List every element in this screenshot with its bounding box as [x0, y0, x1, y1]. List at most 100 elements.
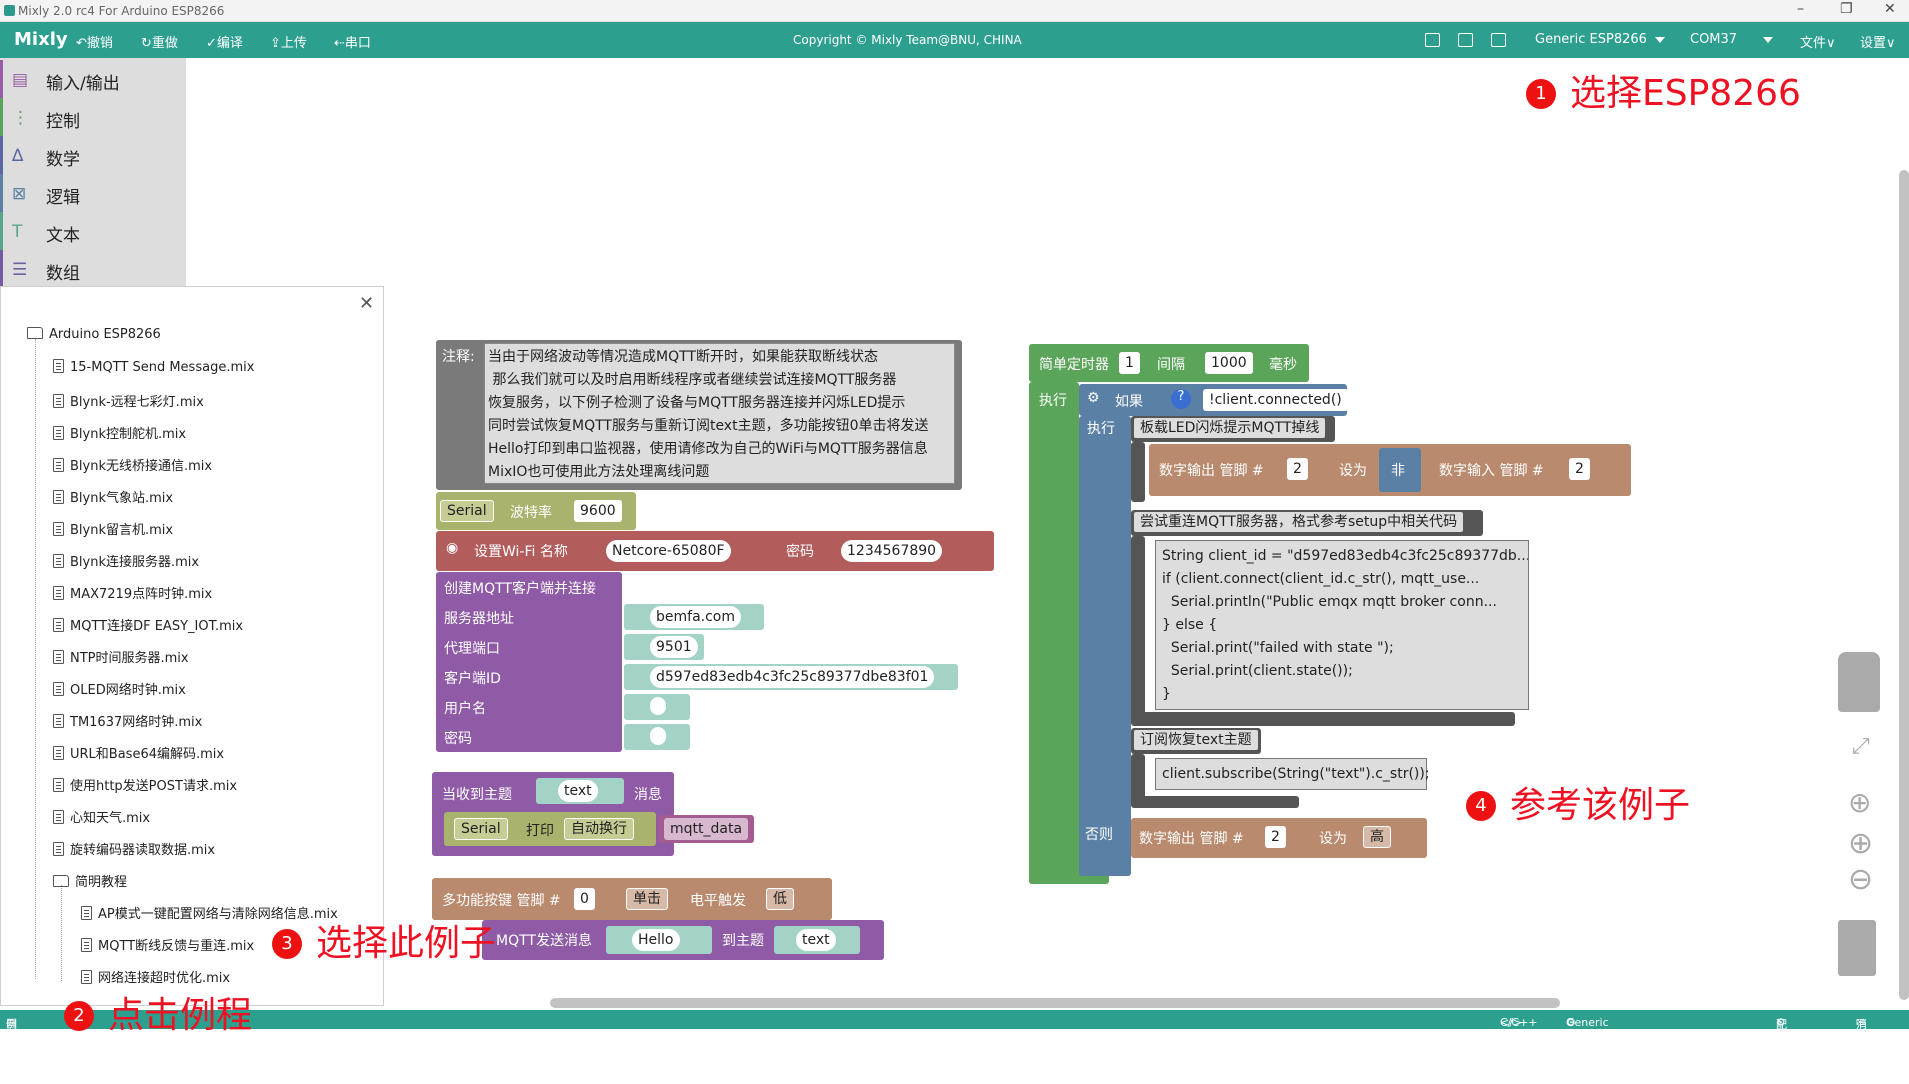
mqtt-data-var[interactable]: mqtt_data	[664, 818, 749, 840]
category-io[interactable]: ▤ 输入/输出	[0, 60, 186, 98]
pin-field-2[interactable]: 2	[1569, 458, 1590, 480]
button-pin-field[interactable]: 0	[574, 888, 595, 910]
comment-c2[interactable]: 尝试重连MQTT服务器，格式参考setup中相关代码	[1131, 510, 1483, 536]
maximize-icon[interactable]: ❐	[1840, 1, 1853, 17]
file-menu[interactable]: 文件∨	[1800, 32, 1836, 51]
c3-text[interactable]: 订阅恢复text主题	[1134, 730, 1258, 750]
timer-number[interactable]: 1	[1119, 352, 1140, 374]
baud-field[interactable]: 9600	[574, 500, 622, 522]
client-text-block[interactable]: d597ed83edb4c3fc25c89377dbe83f01	[624, 664, 958, 690]
category-math[interactable]: ∆ 数学	[0, 136, 186, 174]
tree-file[interactable]: MAX7219点阵时钟.mix	[53, 583, 212, 603]
tree-file[interactable]: MQTT断线反馈与重连.mix	[81, 935, 254, 955]
port-select[interactable]: COM37	[1690, 32, 1774, 47]
tree-folder[interactable]: 简明教程	[53, 871, 127, 891]
ssid-field[interactable]: Netcore-65080F	[606, 540, 731, 562]
serial-select[interactable]: Serial	[440, 500, 494, 522]
tree-file[interactable]: Blynk无线桥接通信.mix	[53, 455, 212, 475]
user-text-block[interactable]	[624, 694, 690, 720]
c2-text[interactable]: 尝试重连MQTT服务器，格式参考setup中相关代码	[1134, 512, 1464, 532]
tree-file[interactable]: URL和Base64编解码.mix	[53, 743, 224, 763]
level-select[interactable]: 低	[766, 888, 794, 910]
upload-button[interactable]: ⇪上传	[270, 32, 307, 51]
layout-icon[interactable]	[1425, 33, 1440, 47]
topic-field[interactable]: text	[558, 780, 598, 802]
category-text[interactable]: T 文本	[0, 212, 186, 250]
recenter-icon[interactable]: ⊕	[1848, 786, 1871, 819]
mqtt-send-block[interactable]: MQTT发送消息 Hello 到主题 text	[482, 920, 884, 960]
board-select[interactable]: Generic ESP8266	[1535, 32, 1665, 47]
hello-field[interactable]: Hello	[632, 929, 680, 951]
serial-button[interactable]: ⇠串口	[334, 32, 371, 51]
tree-file[interactable]: TM1637网络时钟.mix	[53, 711, 202, 731]
tree-file[interactable]: OLED网络时钟.mix	[53, 679, 186, 699]
tree-file[interactable]: Blynk-远程七彩灯.mix	[53, 391, 204, 411]
server-field[interactable]: bemfa.com	[650, 606, 741, 628]
topic2-text-block[interactable]: text	[774, 926, 860, 954]
zoom-out-icon[interactable]: ⊖	[1848, 862, 1873, 897]
tree-file[interactable]: 旋转编码器读取数据.mix	[53, 839, 215, 859]
newline-select[interactable]: 自动换行	[564, 818, 634, 840]
click-select[interactable]: 单击	[626, 888, 668, 910]
tree-file[interactable]: Blynk气象站.mix	[53, 487, 173, 507]
fullscreen-icon[interactable]: ⤢	[1852, 734, 1870, 759]
trash-icon[interactable]	[1838, 920, 1876, 976]
tree-file[interactable]: 使用http发送POST请求.mix	[53, 775, 237, 795]
undo-button[interactable]: ↶撤销	[76, 32, 113, 51]
timer-block[interactable]: 简单定时器 1 间隔 1000 毫秒	[1029, 344, 1309, 382]
redo-button[interactable]: ↻重做	[141, 32, 178, 51]
mqtt-create-block[interactable]: 创建MQTT客户端并连接 服务器地址 代理端口 客户端ID 用户名 密码	[436, 572, 622, 752]
tree-file[interactable]: 网络连接超时优化.mix	[81, 967, 230, 987]
topic2-field[interactable]: text	[796, 929, 836, 951]
digital-write-block[interactable]: 数字输出 管脚 # 2 设为 非 数字输入 管脚 # 2	[1149, 444, 1631, 496]
tree-file[interactable]: 心知天气.mix	[53, 807, 150, 827]
tree-file[interactable]: Blynk留言机.mix	[53, 519, 173, 539]
help-icon[interactable]: ?	[1171, 389, 1191, 409]
zoom-in-icon[interactable]: ⊕	[1848, 826, 1873, 861]
comment-c1[interactable]: 板载LED闪烁提示MQTT掉线	[1131, 416, 1335, 442]
comment-block[interactable]: 注释: 当由于网络波动等情况造成MQTT断开时，如果能获取断线状态 那么我们就可…	[436, 340, 962, 490]
password-field[interactable]: 1234567890	[841, 540, 943, 562]
compile-button[interactable]: ✓编译	[206, 32, 243, 51]
horizontal-scrollbar[interactable]	[550, 998, 1560, 1008]
port-text-block[interactable]: 9501	[624, 634, 704, 660]
pin-field-3[interactable]: 2	[1265, 826, 1286, 848]
pass-text-block[interactable]	[624, 724, 690, 750]
client-field[interactable]: d597ed83edb4c3fc25c89377dbe83f01	[650, 666, 935, 688]
interval-field[interactable]: 1000	[1205, 352, 1253, 374]
serial-print-block[interactable]: Serial 打印 自动换行	[444, 812, 656, 846]
topic-text-block[interactable]: text	[536, 778, 624, 804]
serial-begin-block[interactable]: Serial 波特率 9600	[436, 492, 636, 530]
backpack-icon[interactable]	[1838, 652, 1880, 712]
gear-icon[interactable]: ⚙	[1087, 390, 1100, 406]
code-block-2[interactable]: client.subscribe(String("text").c_str())…	[1155, 758, 1430, 790]
category-logic[interactable]: ⊠ 逻辑	[0, 174, 186, 212]
mqtt-data-block[interactable]: mqtt_data	[658, 815, 754, 843]
category-control[interactable]: ⋮ 控制	[0, 98, 186, 136]
tree-file[interactable]: Blynk控制舵机.mix	[53, 423, 186, 443]
close-window-icon[interactable]: ✕	[1884, 1, 1896, 17]
hello-text-block[interactable]: Hello	[606, 926, 712, 954]
port-field[interactable]: 9501	[650, 636, 698, 658]
category-list[interactable]: ☰ 数组	[0, 250, 186, 288]
tree-file[interactable]: 15-MQTT Send Message.mix	[53, 359, 254, 379]
tree-file[interactable]: MQTT连接DF EASY_IOT.mix	[53, 615, 243, 635]
code-view-icon[interactable]	[1491, 33, 1506, 47]
settings-menu[interactable]: 设置∨	[1860, 32, 1896, 51]
serial-select-2[interactable]: Serial	[454, 818, 508, 840]
not-block[interactable]: 非	[1379, 448, 1421, 492]
if-block[interactable]: ⚙ 如果 ? !client.connected()	[1079, 384, 1348, 416]
condition-field[interactable]: !client.connected()	[1203, 389, 1348, 411]
tree-root[interactable]: Arduino ESP8266	[27, 327, 161, 347]
wifi-block[interactable]: ◉ 设置Wi-Fi 名称 Netcore-65080F 密码 123456789…	[436, 531, 994, 571]
comment-c3[interactable]: 订阅恢复text主题	[1131, 728, 1261, 754]
close-icon[interactable]: ✕	[359, 293, 374, 314]
pass-field[interactable]	[650, 727, 666, 745]
sidebar-toggle-icon[interactable]	[1458, 33, 1473, 47]
pin-field[interactable]: 2	[1287, 458, 1308, 480]
digital-write-high-block[interactable]: 数字输出 管脚 # 2 设为 高	[1131, 818, 1427, 858]
vertical-scrollbar[interactable]	[1899, 170, 1909, 1000]
c1-text[interactable]: 板载LED闪烁提示MQTT掉线	[1134, 418, 1326, 438]
minimize-icon[interactable]: –	[1797, 1, 1804, 17]
comment-text[interactable]: 当由于网络波动等情况造成MQTT断开时，如果能获取断线状态 那么我们就可以及时启…	[484, 343, 955, 484]
